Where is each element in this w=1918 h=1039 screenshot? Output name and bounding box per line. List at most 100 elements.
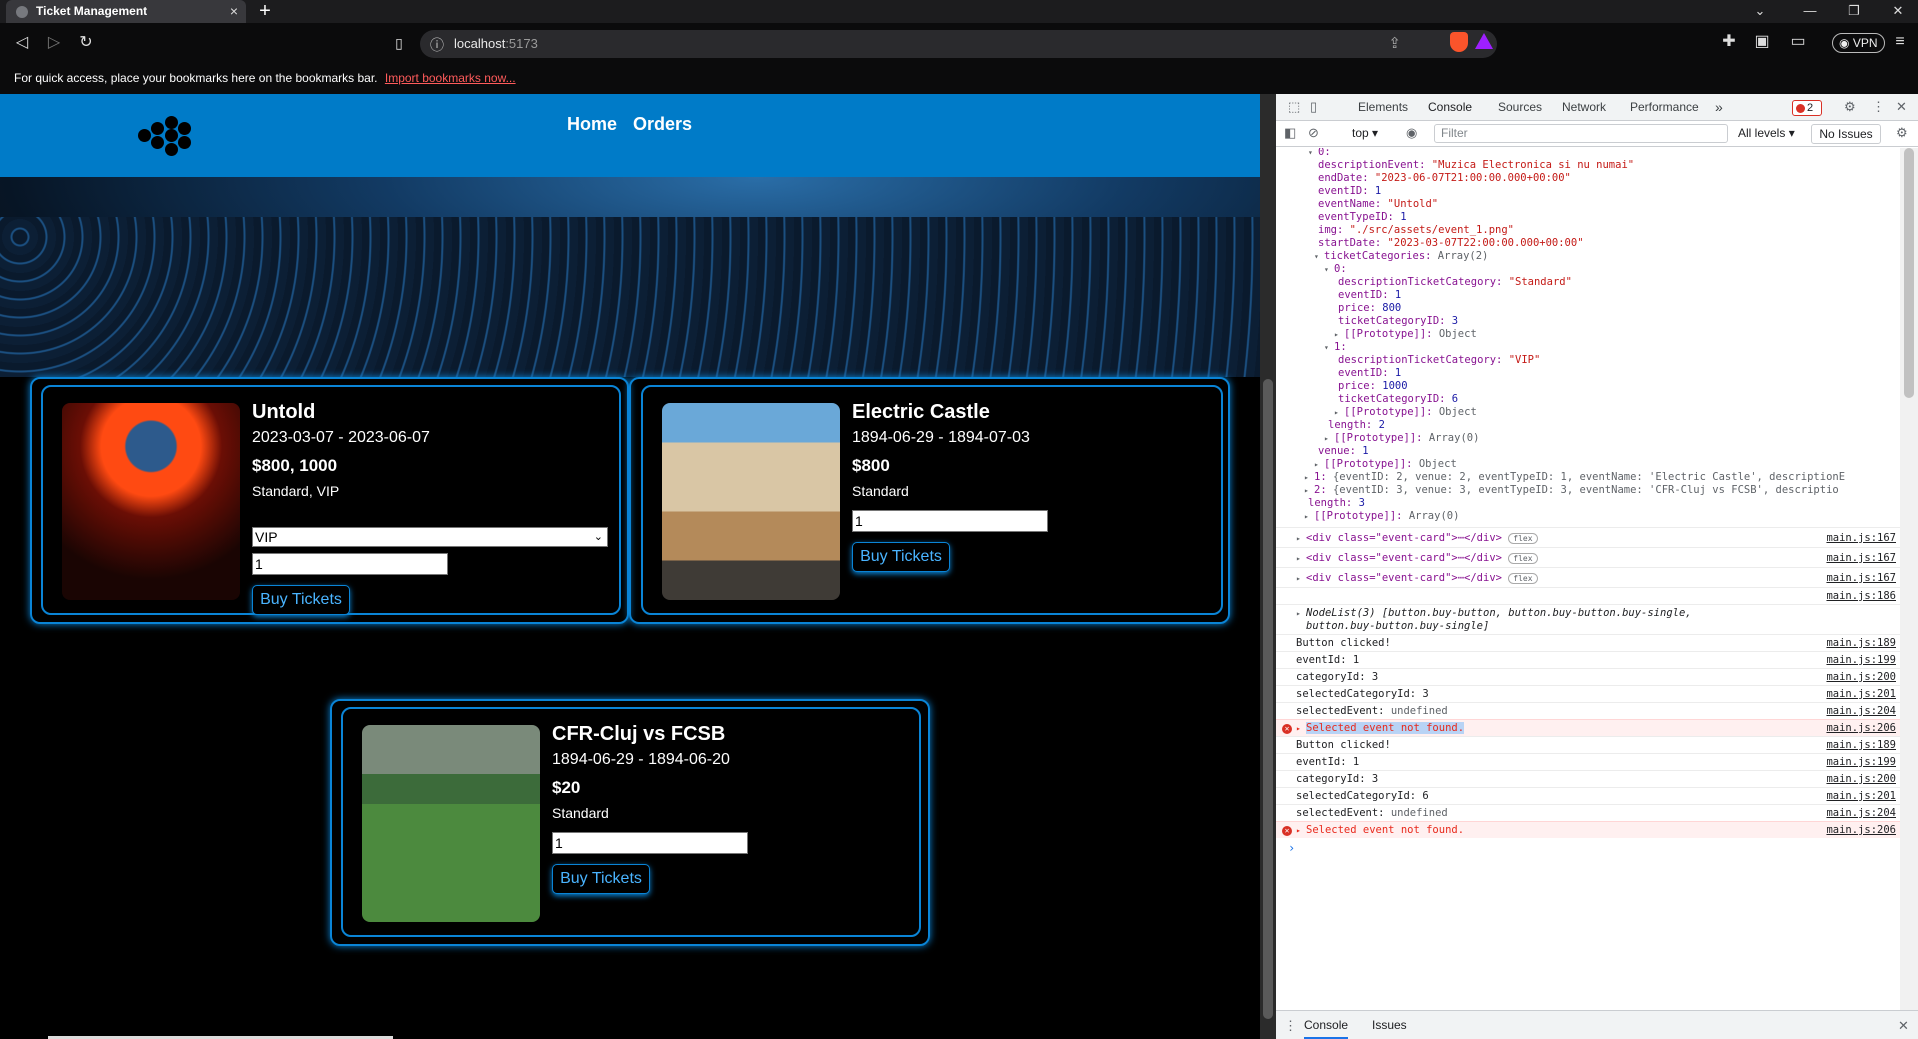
console-message[interactable]: ▸ <div class="event-card">⋯</div> flex mai…	[1276, 547, 1900, 567]
url-text[interactable]: localhost:5173	[454, 36, 538, 51]
console-settings-icon[interactable]: ⚙	[1896, 124, 1908, 142]
live-expression-eye-icon[interactable]: ◉	[1406, 124, 1417, 142]
menu-icon[interactable]: ≡	[1888, 31, 1912, 53]
inspect-icon[interactable]: ⬚	[1288, 98, 1300, 116]
context-select[interactable]: top ▾	[1352, 126, 1378, 140]
console-message[interactable]: ▸ NodeList(3) [button.buy-button, button.…	[1276, 604, 1900, 634]
window-close-icon[interactable]: ✕	[1884, 1, 1912, 21]
tab-performance[interactable]: Performance	[1630, 94, 1699, 121]
close-drawer-icon[interactable]: ✕	[1898, 1017, 1909, 1035]
drawer-tab-console[interactable]: Console	[1304, 1018, 1349, 1039]
console-message[interactable]: ▸ <div class="event-card">⋯</div> flex mai…	[1276, 527, 1900, 547]
brave-shields-icon[interactable]	[1450, 32, 1468, 52]
console-scrollbar[interactable]	[1900, 148, 1918, 1010]
bookmark-icon[interactable]: ▯	[388, 32, 410, 54]
expand-triangle-icon[interactable]: ▸	[1296, 720, 1306, 737]
log-levels-select[interactable]: All levels ▾	[1738, 126, 1795, 140]
new-tab-button[interactable]: +	[252, 0, 278, 22]
log-text: selectedCategoryId: 6	[1296, 790, 1429, 802]
dom-node-preview[interactable]: <div class="event-card">⋯</div>	[1306, 572, 1502, 584]
source-link[interactable]: main.js:167	[1826, 568, 1896, 588]
share-icon[interactable]: ⇪	[1388, 34, 1401, 52]
issues-button[interactable]: No Issues	[1811, 124, 1881, 144]
source-link[interactable]: main.js:204	[1826, 703, 1896, 720]
flex-badge[interactable]: flex	[1508, 573, 1538, 584]
event-dates: 1894-06-29 - 1894-07-03	[852, 429, 1030, 446]
error-count-badge[interactable]: 2	[1792, 100, 1822, 116]
quantity-input[interactable]: 1	[252, 553, 448, 575]
wallet-icon[interactable]: ▭	[1786, 31, 1810, 53]
vpn-button[interactable]: ◉ VPN	[1832, 33, 1885, 53]
forward-icon[interactable]: ▷	[43, 32, 65, 54]
expand-triangle-icon[interactable]: ▸	[1304, 508, 1314, 525]
minimize-icon[interactable]: —	[1796, 1, 1824, 21]
clear-console-icon[interactable]: ⊘	[1308, 124, 1319, 142]
buy-tickets-button[interactable]: Buy Tickets	[552, 864, 650, 894]
source-link[interactable]: main.js:200	[1826, 669, 1896, 686]
drawer-tab-issues[interactable]: Issues	[1372, 1018, 1407, 1032]
source-link[interactable]: main.js:167	[1826, 528, 1896, 548]
sidebar-toggle-icon[interactable]: ◧	[1284, 124, 1296, 142]
extensions-icon[interactable]: ✚	[1717, 31, 1741, 53]
tab-sources[interactable]: Sources	[1498, 94, 1542, 121]
flex-badge[interactable]: flex	[1508, 553, 1538, 564]
quantity-input[interactable]: 1	[852, 510, 1048, 532]
device-toolbar-icon[interactable]: ▯	[1310, 98, 1317, 116]
close-devtools-icon[interactable]: ✕	[1896, 98, 1907, 116]
flex-badge[interactable]: flex	[1508, 533, 1538, 544]
source-link[interactable]: main.js:199	[1826, 652, 1896, 669]
dom-node-preview[interactable]: <div class="event-card">⋯</div>	[1306, 532, 1502, 544]
brave-rewards-icon[interactable]	[1475, 33, 1493, 49]
expand-triangle-icon[interactable]: ▸	[1296, 822, 1306, 839]
console-prompt[interactable]: ›	[1276, 840, 1900, 857]
page-scrollbar[interactable]	[1260, 94, 1276, 1039]
expand-triangle-icon[interactable]: ▸	[1296, 549, 1306, 569]
drawer-menu-icon[interactable]: ⋮	[1284, 1017, 1297, 1035]
console-message[interactable]: ▸ <div class="event-card">⋯</div> flex mai…	[1276, 567, 1900, 587]
tab-search-icon[interactable]: ⌄	[1746, 1, 1774, 21]
nav-home-link[interactable]: Home	[567, 114, 617, 135]
source-link[interactable]: main.js:200	[1826, 771, 1896, 788]
site-info-icon[interactable]: ⓘ	[430, 35, 444, 55]
ticket-category-select[interactable]: VIP ⌄	[252, 527, 608, 547]
more-options-icon[interactable]: ⋮	[1872, 98, 1885, 116]
expand-triangle-icon[interactable]: ▸	[1296, 607, 1306, 620]
buy-tickets-button[interactable]: Buy Tickets	[252, 585, 350, 615]
page-scrollbar-thumb[interactable]	[1263, 379, 1273, 1019]
nodelist-preview[interactable]: NodeList(3) [button.buy-button, button.b…	[1306, 607, 1692, 619]
site-logo-icon[interactable]	[138, 116, 192, 156]
back-icon[interactable]: ◁	[11, 32, 33, 54]
source-link[interactable]: main.js:201	[1826, 788, 1896, 805]
console-filter-input[interactable]: Filter	[1434, 124, 1728, 143]
dom-node-preview[interactable]: <div class="event-card">⋯</div>	[1306, 552, 1502, 564]
tab-console[interactable]: Console	[1428, 94, 1473, 123]
tab-elements[interactable]: Elements	[1358, 94, 1408, 121]
console-scrollbar-thumb[interactable]	[1904, 148, 1914, 398]
address-bar[interactable]: ⓘ localhost:5173 ⇪	[420, 30, 1497, 58]
buy-tickets-button[interactable]: Buy Tickets	[852, 542, 950, 572]
quantity-input[interactable]: 1	[552, 832, 748, 854]
more-tabs-icon[interactable]: »	[1715, 94, 1723, 121]
source-link[interactable]: main.js:167	[1826, 548, 1896, 568]
tab-network[interactable]: Network	[1562, 94, 1606, 121]
reload-icon[interactable]: ↻	[75, 32, 97, 54]
sidebar-icon[interactable]: ▣	[1750, 31, 1774, 53]
expand-triangle-icon[interactable]: ▸	[1296, 569, 1306, 589]
source-link[interactable]: main.js:204	[1826, 805, 1896, 822]
source-link[interactable]: main.js:199	[1826, 754, 1896, 771]
nav-orders-link[interactable]: Orders	[633, 114, 692, 135]
log-text: categoryId: 3	[1296, 773, 1379, 785]
source-link[interactable]: main.js:186	[1826, 588, 1896, 605]
source-link[interactable]: main.js:206	[1826, 720, 1896, 737]
expand-triangle-icon[interactable]: ▸	[1296, 529, 1306, 549]
browser-tab[interactable]: Ticket Management ×	[6, 0, 246, 23]
source-link[interactable]: main.js:189	[1826, 635, 1896, 652]
import-bookmarks-link[interactable]: Import bookmarks now...	[385, 71, 516, 85]
source-link[interactable]: main.js:189	[1826, 737, 1896, 754]
source-link[interactable]: main.js:201	[1826, 686, 1896, 703]
tab-close-icon[interactable]: ×	[230, 0, 238, 23]
source-link[interactable]: main.js:206	[1826, 822, 1896, 839]
restore-icon[interactable]: ❐	[1840, 1, 1868, 21]
settings-gear-icon[interactable]: ⚙	[1844, 98, 1856, 116]
console-object-line[interactable]: ▸ [[Prototype]]: Array(0)	[1276, 508, 1900, 525]
